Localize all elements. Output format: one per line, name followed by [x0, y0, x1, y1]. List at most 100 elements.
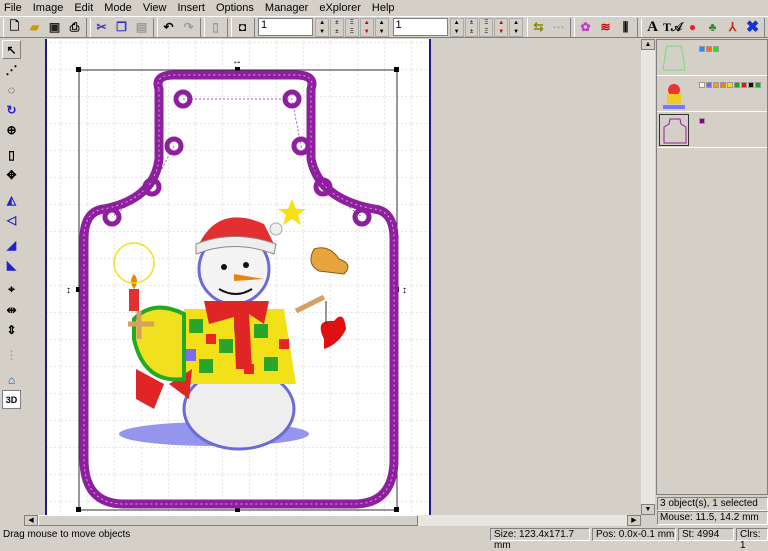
- color-swatch[interactable]: [755, 82, 761, 88]
- spin-extra-2[interactable]: ▲ ▼: [509, 17, 524, 37]
- freehand-select-icon[interactable]: ◌: [2, 80, 21, 99]
- left-toolbar: ↖ ⋰ ◌ ↻ ⊕ ▯ ✥ ◭ ◁ ◢ ◣ ⌖ ⇹ ⇕ ⋮ ⌂ 3D: [2, 40, 22, 410]
- object-thumbnail: [662, 45, 686, 71]
- lasso-icon[interactable]: ⋰: [2, 60, 21, 79]
- center-vertical-icon[interactable]: ⇕: [2, 320, 21, 339]
- menu-explorer[interactable]: eXplorer: [319, 2, 361, 14]
- cut-icon[interactable]: ✂: [92, 18, 111, 37]
- paste-icon[interactable]: ▤: [132, 18, 151, 37]
- svg-text:↕: ↕: [402, 285, 407, 296]
- group-icon[interactable]: ⋮: [2, 345, 21, 364]
- spin-align-3[interactable]: ± ±: [464, 17, 479, 37]
- print-icon[interactable]: ⎙: [65, 18, 84, 37]
- color-swatch[interactable]: [720, 82, 726, 88]
- color-swatch[interactable]: [748, 82, 754, 88]
- object-item-outline[interactable]: [657, 40, 767, 76]
- status-stitches: St: 4994: [678, 528, 734, 541]
- main-toolbar: 🗋 ▰ ▣ ⎙ ✂ ❐ ▤ ↶ ↷ ▯ ◘ 1 ▲ ▼ ± ± ΞΞ ▲ ▼ ▲ ▼ 1…: [0, 16, 768, 38]
- spin-color-2[interactable]: ▲ ▼: [494, 17, 509, 37]
- copy-icon[interactable]: ❐: [112, 18, 131, 37]
- scroll-down-arrow[interactable]: ▼: [641, 504, 655, 515]
- scroll-left-arrow[interactable]: ◀: [24, 515, 38, 526]
- spin-up-down-2[interactable]: ▲ ▼: [449, 17, 464, 37]
- menu-file[interactable]: File: [4, 2, 22, 14]
- color-swatch[interactable]: [727, 82, 733, 88]
- menu-mode[interactable]: Mode: [104, 2, 132, 14]
- color-swatch[interactable]: [734, 82, 740, 88]
- spin-align-4[interactable]: ΞΞ: [479, 17, 494, 37]
- open-folder-icon[interactable]: ▰: [25, 18, 44, 37]
- text-icon[interactable]: A: [643, 18, 662, 37]
- spin-up-down-1[interactable]: ▲ ▼: [315, 17, 330, 37]
- design-workspace: ↔ ↕ ↕: [45, 39, 431, 515]
- photo-icon[interactable]: ♣: [703, 18, 722, 37]
- menu-edit[interactable]: Edit: [74, 2, 93, 14]
- spin-extra-1[interactable]: ▲ ▼: [374, 17, 389, 37]
- scroll-up-arrow[interactable]: ▲: [641, 39, 655, 50]
- status-hint: Drag mouse to move objects: [3, 529, 131, 540]
- merge-icon[interactable]: ⇆: [529, 18, 548, 37]
- value-input-1[interactable]: 1: [258, 18, 314, 36]
- menu-options[interactable]: Options: [216, 2, 254, 14]
- color-swatch[interactable]: [706, 46, 712, 52]
- scroll-right-arrow[interactable]: ▶: [627, 515, 641, 526]
- color-swatch[interactable]: [713, 46, 719, 52]
- menu-image[interactable]: Image: [33, 2, 64, 14]
- page-icon[interactable]: ▯: [206, 18, 225, 37]
- palette-icon[interactable]: ✿: [576, 18, 595, 37]
- sew-icon[interactable]: ⅄: [723, 18, 742, 37]
- text-style-icon[interactable]: T𝒜: [663, 18, 682, 37]
- color-swatch[interactable]: [713, 82, 719, 88]
- hoop-icon[interactable]: ◘: [233, 18, 252, 37]
- svg-text:↕: ↕: [66, 285, 71, 296]
- color-swatch[interactable]: [706, 82, 712, 88]
- new-file-icon[interactable]: 🗋: [5, 18, 24, 37]
- skew-right-icon[interactable]: ◣: [2, 255, 21, 274]
- stitch-density-icon[interactable]: ≋: [596, 18, 615, 37]
- undo-icon[interactable]: ↶: [159, 18, 178, 37]
- scroll-thumb[interactable]: [38, 515, 418, 526]
- color-swatches: [699, 78, 762, 109]
- spin-color-1[interactable]: ▲ ▼: [359, 17, 374, 37]
- mirror-vertical-icon[interactable]: ◁: [2, 210, 21, 229]
- menu-insert[interactable]: Insert: [177, 2, 205, 14]
- center-horizontal-icon[interactable]: ⇹: [2, 300, 21, 319]
- object-item-snowman[interactable]: [657, 76, 767, 112]
- spin-align-2[interactable]: ΞΞ: [344, 17, 359, 37]
- object-item-apron[interactable]: [657, 112, 767, 148]
- redo-icon[interactable]: ↷: [179, 18, 198, 37]
- 3d-view-icon[interactable]: 3D: [2, 390, 21, 409]
- value-input-2[interactable]: 1: [392, 18, 448, 36]
- spin-align-1[interactable]: ± ±: [330, 17, 344, 37]
- move-icon[interactable]: ✥: [2, 165, 21, 184]
- mouse-position: Mouse: 11.5, 14.2 mm: [657, 511, 768, 525]
- columns-icon[interactable]: ⫼: [616, 18, 635, 37]
- zoom-icon[interactable]: ⊕: [2, 120, 21, 139]
- design-canvas[interactable]: ↔ ↕ ↕: [24, 39, 640, 515]
- mirror-horizontal-icon[interactable]: ◭: [2, 190, 21, 209]
- sewing-machine-icon[interactable]: ⌂: [2, 370, 21, 389]
- menu-view[interactable]: View: [143, 2, 167, 14]
- menu-manager[interactable]: Manager: [265, 2, 308, 14]
- color-swatch[interactable]: [741, 82, 747, 88]
- select-arrow-icon[interactable]: ↖: [2, 40, 21, 59]
- split-icon[interactable]: ⋯: [549, 18, 568, 37]
- rotate-icon[interactable]: ↻: [2, 100, 21, 119]
- status-bar: Drag mouse to move objects Size: 123.4x1…: [0, 527, 768, 551]
- vertical-scrollbar[interactable]: ▲ ▼: [641, 39, 655, 515]
- skew-left-icon[interactable]: ◢: [2, 235, 21, 254]
- status-colors: Clrs: 1: [736, 528, 768, 551]
- apple-icon[interactable]: ●: [683, 18, 702, 37]
- color-swatch[interactable]: [699, 82, 705, 88]
- save-icon[interactable]: ▣: [45, 18, 64, 37]
- close-icon[interactable]: ✖: [743, 18, 762, 37]
- center-icon[interactable]: ⌖: [2, 280, 21, 299]
- menu-help[interactable]: Help: [372, 2, 395, 14]
- object-list-panel: [656, 39, 768, 495]
- color-swatch[interactable]: [699, 118, 705, 124]
- resize-page-icon[interactable]: ▯: [2, 145, 21, 164]
- horizontal-scrollbar[interactable]: ◀ ▶: [24, 515, 641, 526]
- svg-text:↔: ↔: [232, 56, 242, 67]
- color-swatch[interactable]: [699, 46, 705, 52]
- object-thumbnail: [663, 84, 685, 109]
